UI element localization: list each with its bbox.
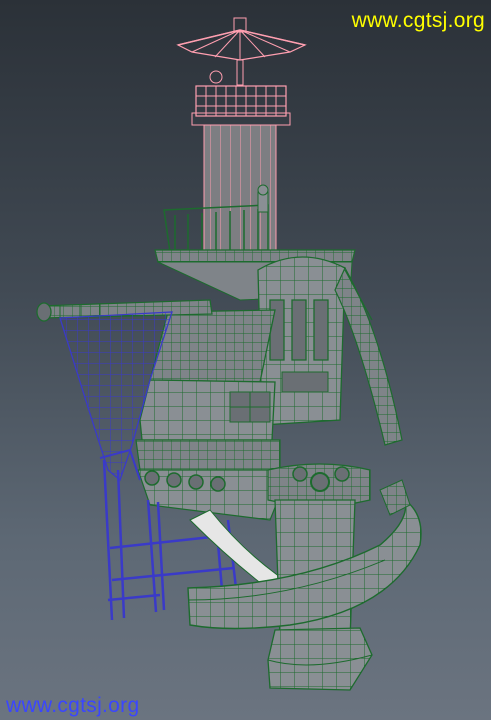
lighthouse-tower[interactable] <box>176 17 307 251</box>
maya-viewport[interactable]: www.cgtsj.org www.cgtsj.org <box>0 0 491 720</box>
wireframe-scene <box>36 17 422 691</box>
watermark-top: www.cgtsj.org <box>351 9 485 32</box>
rear-house[interactable] <box>257 256 403 446</box>
watermark-bottom: www.cgtsj.org <box>6 694 140 717</box>
base-stump[interactable] <box>267 627 373 691</box>
